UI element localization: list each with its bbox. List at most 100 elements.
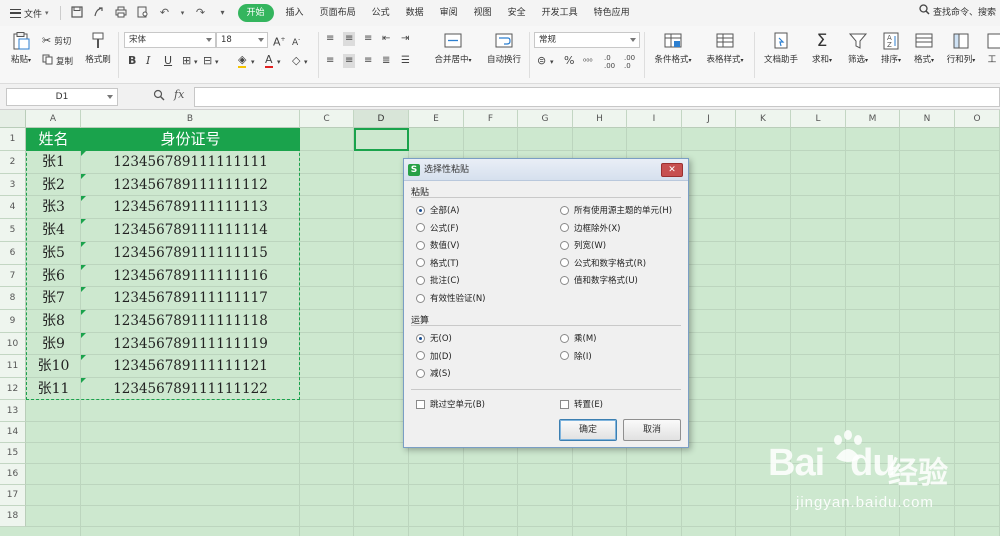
row-header-10[interactable]: 10 xyxy=(0,333,26,355)
undo-dropdown-icon[interactable]: ▾ xyxy=(180,6,186,20)
align-right-icon[interactable]: ≡ xyxy=(364,54,372,68)
align-middle-icon[interactable]: ≡ xyxy=(343,32,356,46)
command-search[interactable]: 查找命令、搜索 xyxy=(919,0,996,26)
font-color-dropdown-icon[interactable]: ▾ xyxy=(277,55,281,69)
column-header-d[interactable]: D xyxy=(354,110,409,128)
align-top-icon[interactable]: ≡ xyxy=(326,32,334,46)
decrease-decimal-icon[interactable]: .00.0 xyxy=(624,54,635,70)
column-header-j[interactable]: J xyxy=(682,110,736,128)
fill-color-dropdown-icon[interactable]: ▾ xyxy=(251,55,255,69)
paste-option-radio-0[interactable]: 全部(A) xyxy=(416,204,459,216)
transpose-checkbox[interactable]: 转置(E) xyxy=(560,398,603,410)
border-icon[interactable]: ⊞ xyxy=(182,54,191,68)
conditional-format-button[interactable]: 条件格式▾ xyxy=(650,32,696,65)
tab-insert[interactable]: 插入 xyxy=(278,0,312,26)
underline-icon[interactable]: U xyxy=(164,54,172,68)
increase-decimal-icon[interactable]: .0.00 xyxy=(604,54,615,70)
decrease-font-icon[interactable]: A- xyxy=(292,33,300,50)
column-header-m[interactable]: M xyxy=(846,110,900,128)
sum-button[interactable]: Σ 求和▾ xyxy=(808,32,836,65)
operation-option-radio-0[interactable]: 乘(M) xyxy=(560,332,596,344)
format-button[interactable]: 格式▾ xyxy=(910,32,938,65)
paste-option-radio-1[interactable]: 公式(F) xyxy=(416,222,459,234)
paste-option-radio-2[interactable]: 数值(V) xyxy=(416,239,459,251)
format-painter-button[interactable]: 格式刷 xyxy=(83,32,113,65)
align-bottom-icon[interactable]: ≡ xyxy=(364,32,372,46)
tab-view[interactable]: 视图 xyxy=(466,0,500,26)
border-dropdown-icon[interactable]: ▾ xyxy=(194,55,198,69)
clear-format-dropdown-icon[interactable]: ▾ xyxy=(304,55,308,69)
number-format-select[interactable]: 常规 xyxy=(534,32,640,48)
align-center-icon[interactable]: ≡ xyxy=(343,54,356,68)
paste-option-radio-3[interactable]: 格式(T) xyxy=(416,257,459,269)
justify-icon[interactable]: ≣ xyxy=(382,54,390,68)
row-header-3[interactable]: 3 xyxy=(0,174,26,196)
quick-access-more-icon[interactable]: ▾ xyxy=(216,6,230,20)
operation-option-radio-1[interactable]: 除(I) xyxy=(560,350,592,362)
row-header-8[interactable]: 8 xyxy=(0,287,26,310)
tab-page-layout[interactable]: 页面布局 xyxy=(312,0,364,26)
merge-icon[interactable]: ⊟ xyxy=(203,54,212,68)
column-header-i[interactable]: I xyxy=(627,110,682,128)
zoom-search-icon[interactable] xyxy=(153,89,165,104)
outdent-icon[interactable]: ⇥ xyxy=(401,32,409,46)
column-header-e[interactable]: E xyxy=(409,110,464,128)
paste-option-radio-2[interactable]: 列宽(W) xyxy=(560,239,606,251)
tab-review[interactable]: 审阅 xyxy=(432,0,466,26)
column-header-o[interactable]: O xyxy=(955,110,1000,128)
tab-home[interactable]: 开始 xyxy=(237,4,274,22)
row-header-14[interactable]: 14 xyxy=(0,422,26,443)
row-header-2[interactable]: 2 xyxy=(0,151,26,174)
name-box[interactable]: D1 xyxy=(6,88,118,106)
tab-developer[interactable]: 开发工具 xyxy=(534,0,586,26)
merge-center-button[interactable]: 合并居中▾ xyxy=(430,32,476,65)
filter-button[interactable]: 筛选▾ xyxy=(843,32,873,65)
print-icon[interactable] xyxy=(114,6,128,20)
cancel-button[interactable]: 取消 xyxy=(623,419,681,441)
doc-assistant-button[interactable]: 文档助手 xyxy=(760,32,802,65)
tab-security[interactable]: 安全 xyxy=(500,0,534,26)
rows-cols-button[interactable]: 行和列▾ xyxy=(944,32,978,65)
row-header-1[interactable]: 1 xyxy=(0,128,26,151)
operation-option-radio-2[interactable]: 减(S) xyxy=(416,367,451,379)
row-header-11[interactable]: 11 xyxy=(0,355,26,378)
column-header-l[interactable]: L xyxy=(791,110,846,128)
align-left-icon[interactable]: ≡ xyxy=(326,54,334,68)
insert-function-icon[interactable]: fx xyxy=(174,88,184,101)
paste-option-radio-3[interactable]: 公式和数字格式(R) xyxy=(560,257,646,269)
distributed-icon[interactable]: ☰ xyxy=(401,54,410,68)
bold-icon[interactable]: B xyxy=(128,54,136,68)
tab-special[interactable]: 特色应用 xyxy=(586,0,638,26)
thousands-icon[interactable]: ⁰⁰⁰ xyxy=(583,55,593,69)
skip-blanks-checkbox[interactable]: 跳过空单元(B) xyxy=(416,398,485,410)
row-header-6[interactable]: 6 xyxy=(0,242,26,265)
paste-option-radio-1[interactable]: 边框除外(X) xyxy=(560,222,620,234)
column-header-h[interactable]: H xyxy=(573,110,627,128)
italic-icon[interactable]: I xyxy=(146,54,150,68)
cut-button[interactable]: ✂ 剪切 xyxy=(42,34,71,47)
row-header-9[interactable]: 9 xyxy=(0,310,26,333)
font-size-select[interactable]: 18 xyxy=(216,32,268,48)
export-pdf-icon[interactable] xyxy=(92,6,106,20)
operation-option-radio-1[interactable]: 加(D) xyxy=(416,350,452,362)
selected-cell-d1[interactable] xyxy=(354,128,409,151)
row-header-18[interactable]: 18 xyxy=(0,506,26,527)
paste-option-radio-4[interactable]: 批注(C) xyxy=(416,274,460,286)
column-header-c[interactable]: C xyxy=(300,110,354,128)
row-header-4[interactable]: 4 xyxy=(0,196,26,219)
fill-color-icon[interactable]: ◈ xyxy=(238,54,247,68)
file-menu-button[interactable]: 文件 ▾ xyxy=(0,0,55,26)
sort-button[interactable]: AZ 排序▾ xyxy=(877,32,905,65)
save-icon[interactable] xyxy=(70,6,84,20)
paste-option-radio-5[interactable]: 有效性验证(N) xyxy=(416,292,486,304)
clear-format-icon[interactable]: ◇ xyxy=(292,54,300,68)
print-preview-icon[interactable] xyxy=(136,6,150,20)
ok-button[interactable]: 确定 xyxy=(559,419,617,441)
worksheet-button[interactable]: 工 xyxy=(984,32,1000,65)
paste-button[interactable]: 粘贴▾ xyxy=(8,32,34,65)
currency-icon[interactable]: ⊜ xyxy=(537,54,546,68)
row-header-17[interactable]: 17 xyxy=(0,485,26,506)
merge-dropdown-icon[interactable]: ▾ xyxy=(215,55,219,69)
row-header-5[interactable]: 5 xyxy=(0,219,26,242)
formula-input[interactable] xyxy=(194,87,1000,107)
